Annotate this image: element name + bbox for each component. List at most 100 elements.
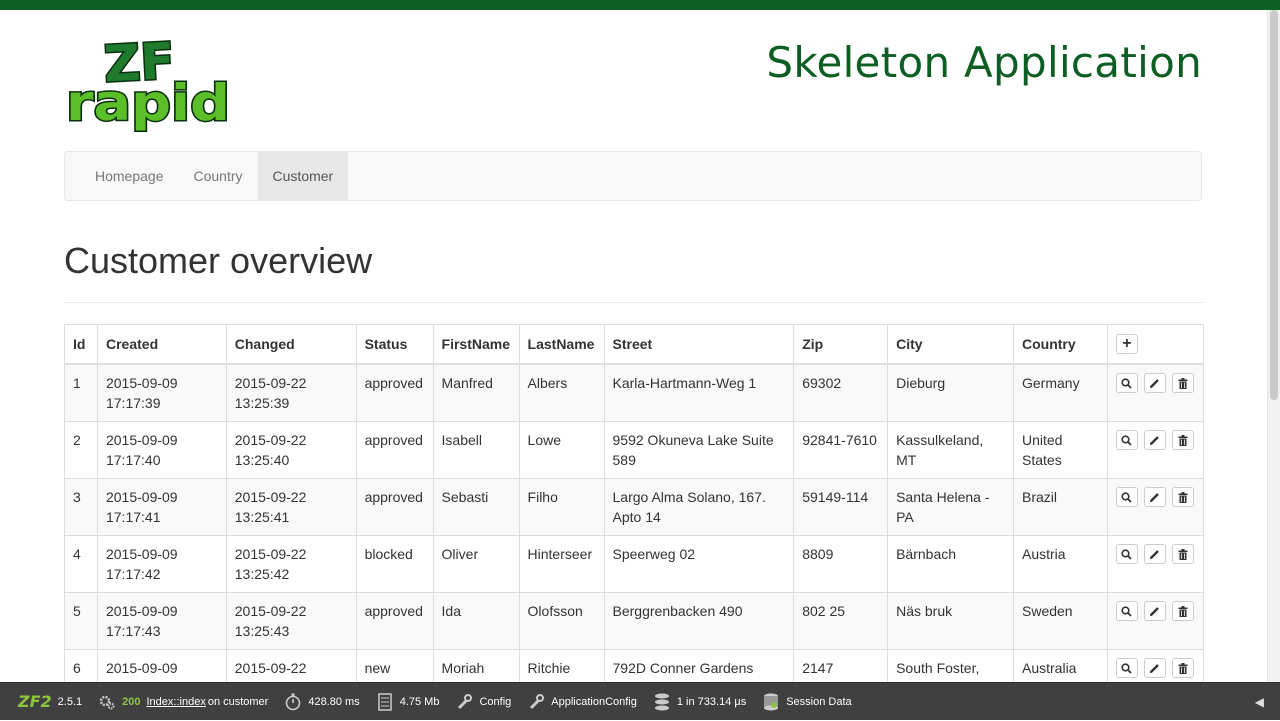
firstname-value: Oliver: [441, 546, 479, 562]
changed-date: 2015-09-22: [234, 432, 307, 448]
show-customer-button[interactable]: [1115, 487, 1138, 507]
title-divider: [64, 302, 1204, 303]
country-value: Germany: [1022, 375, 1080, 391]
logo-text-rapid: rapid: [66, 74, 230, 132]
firstname-value: Sebasti: [441, 489, 489, 505]
city-value: Bärnbach: [896, 546, 957, 562]
edit-customer-button[interactable]: [1143, 373, 1166, 393]
stopwatch-icon: [284, 693, 302, 711]
edit-customer-button[interactable]: [1143, 430, 1166, 450]
city-value: Santa Helena - PA: [896, 489, 990, 525]
delete-customer-button[interactable]: [1171, 658, 1194, 678]
toolbar-request[interactable]: 200 Index::index on customer: [90, 683, 276, 721]
created-date: 2015-09-09: [105, 603, 178, 619]
show-customer-button[interactable]: [1115, 544, 1138, 564]
toolbar-config[interactable]: Config: [447, 683, 519, 721]
cell-actions: [1106, 592, 1205, 650]
toolbar-db[interactable]: 1 in 733.14 µs: [645, 683, 754, 721]
customer-id: 5: [73, 603, 81, 619]
edit-customer-button[interactable]: [1143, 601, 1166, 621]
app-title: Skeleton Application: [766, 38, 1202, 87]
created-date: 2015-09-09: [105, 489, 178, 505]
cell-firstname: Sebasti: [432, 478, 520, 536]
col-header-id[interactable]: Id: [64, 324, 98, 365]
customer-id: 3: [73, 489, 81, 505]
cell-city: Kassulkeland, MT: [887, 421, 1014, 479]
toolbar-version[interactable]: ZF2 2.5.1: [0, 683, 90, 721]
cell-street: Speerweg 02: [603, 535, 795, 593]
col-header-city[interactable]: City: [887, 324, 1014, 365]
edit-customer-button[interactable]: [1143, 487, 1166, 507]
customer-id: 4: [73, 546, 81, 562]
toolbar-time[interactable]: 428.80 ms: [276, 683, 367, 721]
show-customer-button[interactable]: [1115, 658, 1138, 678]
delete-customer-button[interactable]: [1171, 487, 1194, 507]
search-icon: [1121, 662, 1133, 674]
cell-city: Santa Helena - PA: [887, 478, 1014, 536]
zip-value: 69302: [802, 375, 842, 391]
nav-item-country[interactable]: Country: [179, 152, 258, 200]
toolbar-session[interactable]: Session Data: [754, 683, 859, 721]
delete-customer-button[interactable]: [1171, 601, 1194, 621]
cell-street: Largo Alma Solano, 167. Apto 14: [603, 478, 795, 536]
session-label: Session Data: [786, 695, 852, 708]
col-header-street[interactable]: Street: [603, 324, 795, 365]
wrench-icon: [527, 693, 545, 711]
show-customer-button[interactable]: [1115, 601, 1138, 621]
cell-status: approved: [355, 478, 434, 536]
cell-street: 9592 Okuneva Lake Suite 589: [603, 421, 795, 479]
delete-customer-button[interactable]: [1171, 430, 1194, 450]
status-value: blocked: [364, 546, 413, 562]
col-header-firstname[interactable]: FirstName: [432, 324, 520, 365]
col-header-country[interactable]: Country: [1013, 324, 1108, 365]
delete-customer-button[interactable]: [1171, 373, 1194, 393]
status-value: new: [364, 660, 391, 676]
col-header-created[interactable]: Created: [96, 324, 227, 365]
delete-customer-button[interactable]: [1171, 544, 1194, 564]
cell-changed: 2015-09-22 13:25:43: [225, 592, 357, 650]
created-time: 17:17:39: [105, 395, 161, 411]
zf-developer-toolbar: ZF2 2.5.1 200 Index::index on customer 4…: [0, 682, 1280, 720]
street-value: Karla-Hartmann-Weg 1: [612, 375, 757, 391]
nav-item-homepage[interactable]: Homepage: [80, 152, 179, 200]
zf-rapid-logo[interactable]: ZF rapid: [64, 30, 236, 133]
trash-icon: [1178, 491, 1188, 503]
cell-status: approved: [355, 421, 434, 479]
db-queries: 1 in 733.14 µs: [676, 695, 747, 708]
country-value: United States: [1022, 432, 1063, 468]
cell-lastname: Albers: [518, 363, 605, 422]
memory-icon: [376, 692, 394, 711]
page-scrollbar[interactable]: [1267, 10, 1280, 682]
col-header-changed[interactable]: Changed: [225, 324, 357, 365]
show-customer-button[interactable]: [1115, 430, 1138, 450]
cell-id: 5: [64, 592, 98, 650]
toolbar-memory[interactable]: 4.75 Mb: [368, 683, 448, 721]
city-value: Näs bruk: [896, 603, 953, 619]
add-customer-button[interactable]: +: [1115, 334, 1138, 354]
triangle-left-icon[interactable]: ◀: [1255, 683, 1264, 721]
changed-time: 13:25:42: [234, 566, 290, 582]
cell-id: 3: [64, 478, 98, 536]
col-header-lastname[interactable]: LastName: [518, 324, 605, 365]
changed-date: 2015-09-22: [234, 375, 307, 391]
table-header-row: Id Created Changed Status FirstName Last…: [64, 324, 1205, 365]
pencil-icon: [1150, 378, 1160, 388]
cell-actions: [1106, 478, 1205, 536]
scrollbar-thumb[interactable]: [1270, 10, 1278, 400]
cell-country: Germany: [1013, 363, 1108, 422]
edit-customer-button[interactable]: [1143, 544, 1166, 564]
street-value: 792D Conner Gardens: [612, 660, 754, 676]
show-customer-button[interactable]: [1115, 373, 1138, 393]
col-header-zip[interactable]: Zip: [793, 324, 889, 365]
status-value: approved: [364, 432, 423, 448]
col-header-status[interactable]: Status: [355, 324, 434, 365]
request-time: 428.80 ms: [308, 695, 360, 708]
edit-customer-button[interactable]: [1143, 658, 1166, 678]
city-value: Dieburg: [896, 375, 946, 391]
route-controller: Index::index: [146, 695, 206, 708]
toolbar-app-config[interactable]: ApplicationConfig: [519, 683, 645, 721]
created-date: 2015-09-09: [105, 375, 178, 391]
lastname-value: Olofsson: [527, 603, 583, 619]
nav-item-customer[interactable]: Customer: [257, 152, 349, 200]
cell-zip: 59149-114: [793, 478, 889, 536]
